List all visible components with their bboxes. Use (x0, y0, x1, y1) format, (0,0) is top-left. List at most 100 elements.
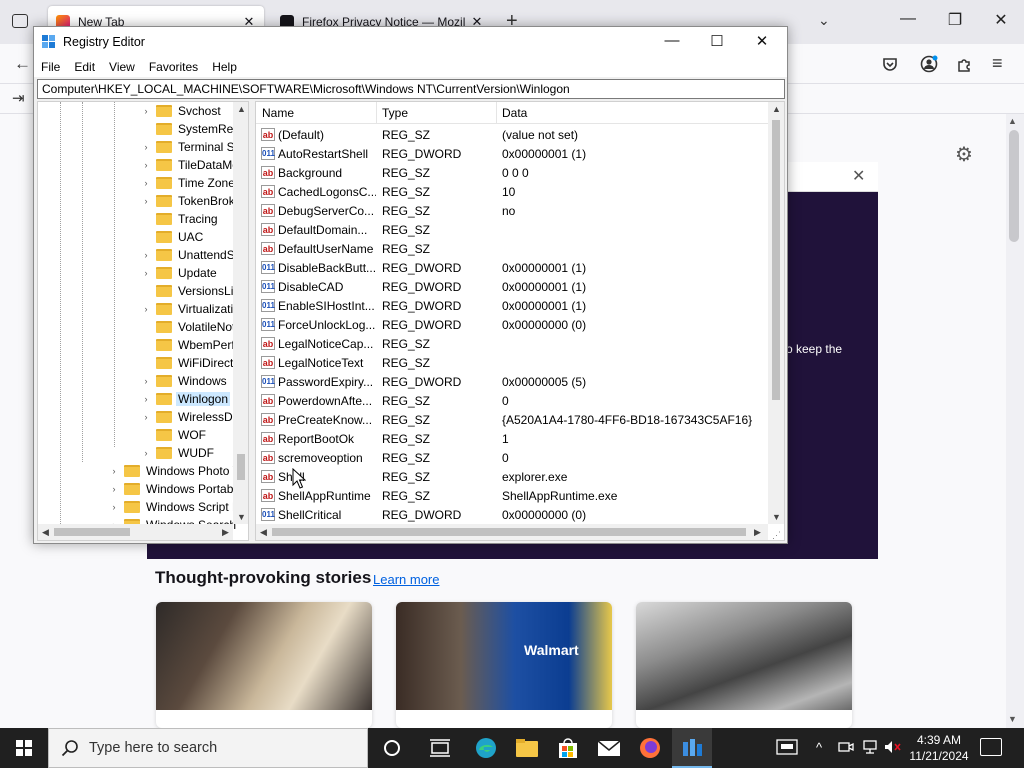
value-row[interactable]: 011 ShellCritical REG_DWORD 0x00000000 (0) (256, 505, 768, 524)
network-icon[interactable] (862, 739, 878, 758)
scroll-right-arrow-icon[interactable]: ▶ (222, 527, 229, 538)
expand-chevron-icon[interactable]: › (140, 448, 152, 458)
address-bar[interactable]: Computer\HKEY_LOCAL_MACHINE\SOFTWARE\Mic… (37, 79, 785, 99)
app-menu-icon[interactable]: ≡ (992, 53, 1003, 74)
value-row[interactable]: 011 DisableCAD REG_DWORD 0x00000001 (1) (256, 277, 768, 296)
expand-chevron-icon[interactable]: › (140, 376, 152, 386)
column-separator[interactable] (496, 102, 497, 124)
taskbar-file-explorer[interactable] (507, 728, 547, 768)
tree-node[interactable]: › Windows (140, 372, 229, 390)
input-indicator-icon[interactable] (776, 739, 798, 758)
value-row[interactable]: ab Shell REG_SZ explorer.exe (256, 467, 768, 486)
volume-muted-icon[interactable] (884, 739, 902, 758)
story-card[interactable]: Walmart (396, 602, 612, 728)
scroll-up-arrow-icon[interactable]: ▲ (772, 104, 781, 114)
value-row[interactable]: ab Background REG_SZ 0 0 0 (256, 163, 768, 182)
value-row[interactable]: ab ReportBootOk REG_SZ 1 (256, 429, 768, 448)
tree-node[interactable]: › Windows Portabl (108, 480, 238, 498)
tree-node[interactable]: SystemRest (140, 120, 245, 138)
tree-node[interactable]: › Winlogon (140, 390, 231, 408)
value-row[interactable]: ab (Default) REG_SZ (value not set) (256, 125, 768, 144)
tree-node[interactable]: VersionsList (140, 282, 245, 300)
value-row[interactable]: ab PreCreateKnow... REG_SZ {A520A1A4-1780-4… (256, 410, 768, 429)
expand-chevron-icon[interactable]: › (140, 106, 152, 116)
value-row[interactable]: 011 EnableSIHostInt... REG_DWORD 0x00000001… (256, 296, 768, 315)
expand-chevron-icon[interactable]: › (140, 394, 152, 404)
tree-node[interactable]: WbemPerf (140, 336, 237, 354)
tree-node[interactable]: › UnattendSe (140, 246, 243, 264)
show-hidden-icons-button[interactable]: ^ (816, 740, 822, 755)
extensions-icon[interactable] (956, 56, 972, 72)
meet-now-icon[interactable] (838, 739, 854, 758)
value-row[interactable]: ab LegalNoticeCap... REG_SZ (256, 334, 768, 353)
back-arrow-icon[interactable]: ← (14, 54, 31, 74)
value-row[interactable]: ab DebugServerCo... REG_SZ no (256, 201, 768, 220)
column-header-name[interactable]: Name (262, 106, 294, 120)
start-button[interactable] (0, 728, 48, 768)
firefox-minimize-button[interactable]: — (893, 10, 923, 28)
value-row[interactable]: ab LegalNoticeText REG_SZ (256, 353, 768, 372)
tree-node[interactable]: › Windows Photo V (108, 462, 243, 480)
scroll-up-arrow-icon[interactable]: ▲ (1008, 116, 1017, 126)
scroll-left-arrow-icon[interactable]: ◀ (42, 527, 49, 538)
value-row[interactable]: 011 PasswordExpiry... REG_DWORD 0x00000005 … (256, 372, 768, 391)
expand-chevron-icon[interactable]: › (140, 142, 152, 152)
taskbar-firefox[interactable] (630, 728, 670, 768)
tree-node[interactable]: › Svchost (140, 102, 223, 120)
value-row[interactable]: ab scremoveoption REG_SZ 0 (256, 448, 768, 467)
import-bookmarks-icon[interactable]: ⇥ (12, 89, 25, 107)
story-card[interactable] (156, 602, 372, 728)
minimize-button[interactable]: — (650, 32, 694, 54)
scroll-down-arrow-icon[interactable]: ▼ (1008, 714, 1017, 724)
list-scrollbar-thumb[interactable] (772, 120, 780, 400)
title-bar[interactable]: Registry Editor — ☐ ✕ (34, 27, 787, 57)
tree-node[interactable]: WiFiDirectA (140, 354, 243, 372)
page-scrollbar-thumb[interactable] (1009, 130, 1019, 242)
promo-close-icon[interactable]: ✕ (852, 166, 865, 186)
tree-node[interactable]: › WirelessDo (140, 408, 241, 426)
tree-node[interactable]: VolatileNot (140, 318, 237, 336)
close-button[interactable]: ✕ (740, 32, 784, 54)
notification-center-icon[interactable] (980, 738, 1002, 756)
expand-chevron-icon[interactable]: › (108, 502, 120, 512)
expand-chevron-icon[interactable]: › (140, 250, 152, 260)
resize-grip-icon[interactable]: ⋰ (772, 530, 781, 541)
taskbar-edge[interactable] (466, 728, 506, 768)
learn-more-link[interactable]: Learn more (373, 572, 439, 587)
tree-node[interactable]: › Virtualizatic (140, 300, 241, 318)
taskbar-clock[interactable]: 4:39 AM 11/21/2024 (906, 732, 972, 764)
column-header-type[interactable]: Type (382, 106, 408, 120)
value-row[interactable]: ab ShellAppRuntime REG_SZ ShellAppRuntime.e… (256, 486, 768, 505)
tree-node[interactable]: › Windows Script H (108, 498, 243, 516)
tree-node[interactable]: UAC (140, 228, 205, 246)
tree-node[interactable]: Tracing (140, 210, 220, 228)
gear-icon[interactable]: ⚙ (955, 142, 973, 167)
list-hscrollbar-thumb[interactable] (272, 528, 746, 536)
expand-chevron-icon[interactable]: › (140, 268, 152, 278)
expand-chevron-icon[interactable]: › (140, 178, 152, 188)
taskbar-store[interactable] (548, 728, 588, 768)
cortana-button[interactable] (372, 728, 412, 768)
scroll-up-arrow-icon[interactable]: ▲ (237, 104, 246, 114)
expand-chevron-icon[interactable]: › (140, 196, 152, 206)
scroll-left-arrow-icon[interactable]: ◀ (260, 527, 267, 538)
tree-node[interactable]: › Time Zones (140, 174, 243, 192)
menu-edit[interactable]: Edit (67, 57, 102, 77)
firefox-maximize-button[interactable]: ❐ (940, 10, 970, 30)
taskbar-mail[interactable] (589, 728, 629, 768)
story-card[interactable] (636, 602, 852, 728)
tree-node[interactable]: › Update (140, 264, 219, 282)
value-row[interactable]: 011 AutoRestartShell REG_DWORD 0x00000001 (… (256, 144, 768, 163)
task-view-button[interactable] (420, 728, 460, 768)
maximize-button[interactable]: ☐ (695, 32, 739, 54)
value-row[interactable]: ab DefaultDomain... REG_SZ (256, 220, 768, 239)
expand-chevron-icon[interactable]: › (140, 160, 152, 170)
tree-node[interactable]: › WUDF (140, 444, 216, 462)
pocket-icon[interactable] (882, 56, 898, 72)
scroll-right-arrow-icon[interactable]: ▶ (754, 527, 761, 538)
value-row[interactable]: ab PowerdownAfte... REG_SZ 0 (256, 391, 768, 410)
menu-view[interactable]: View (102, 57, 142, 77)
expand-chevron-icon[interactable]: › (140, 304, 152, 314)
tree-node[interactable]: WOF (140, 426, 208, 444)
tree-scrollbar-thumb[interactable] (237, 454, 245, 480)
